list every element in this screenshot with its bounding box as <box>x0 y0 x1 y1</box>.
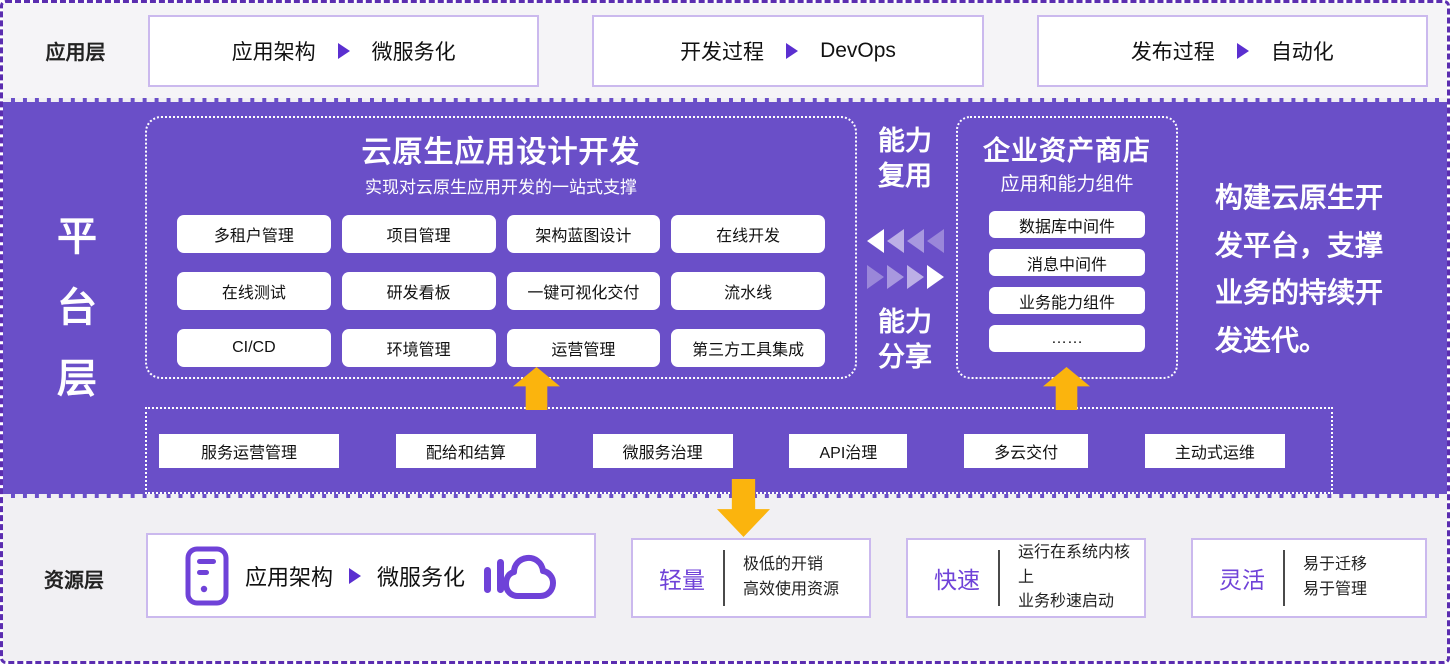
design-chip: 在线开发 <box>671 215 825 253</box>
design-box-title: 云原生应用设计开发 <box>147 127 855 171</box>
arrows-right-icon <box>859 265 951 289</box>
triangle-left-icon <box>927 229 944 253</box>
platform-layer-label: 平台层 <box>55 202 99 416</box>
app-box-right-text: 自动化 <box>1271 36 1334 66</box>
asset-chip: 业务能力组件 <box>989 287 1145 314</box>
design-chip: 环境管理 <box>342 329 496 367</box>
service-chip: 微服务治理 <box>593 434 733 468</box>
service-chip: 服务运营管理 <box>159 434 339 468</box>
application-layer-label: 应用层 <box>3 36 148 65</box>
feature-desc: 易于迁移 易于管理 <box>1303 553 1367 603</box>
arrow-right-icon <box>349 568 361 584</box>
asset-store-subtitle: 应用和能力组件 <box>958 169 1176 196</box>
asset-store-title: 企业资产商店 <box>958 129 1176 168</box>
asset-store-list: 数据库中间件 消息中间件 业务能力组件 …… <box>989 211 1145 352</box>
design-chip: 在线测试 <box>177 272 331 310</box>
feature-fast: 快速 运行在系统内核上 业务秒速启动 <box>906 538 1146 618</box>
app-box-right-text: 微服务化 <box>372 36 456 66</box>
resource-arch-box: 应用架构 微服务化 <box>146 533 596 618</box>
app-box-dev-process: 开发过程 DevOps <box>592 15 983 87</box>
design-chip: 项目管理 <box>342 215 496 253</box>
cloud-icon <box>481 549 557 603</box>
feature-desc: 运行在系统内核上 业务秒速启动 <box>1018 541 1144 615</box>
arrow-right-icon <box>786 43 798 59</box>
service-chip: 主动式运维 <box>1145 434 1285 468</box>
feature-desc: 极低的开销 高效使用资源 <box>743 553 839 603</box>
triangle-right-icon <box>887 265 904 289</box>
service-chip: 多云交付 <box>964 434 1088 468</box>
app-box-right-text: DevOps <box>820 39 896 63</box>
arrows-left-icon <box>859 229 951 253</box>
design-chip: 运营管理 <box>507 329 661 367</box>
feature-lightweight: 轻量 极低的开销 高效使用资源 <box>631 538 871 618</box>
triangle-left-icon <box>867 229 884 253</box>
app-box-architecture: 应用架构 微服务化 <box>148 15 539 87</box>
design-chip: 多租户管理 <box>177 215 331 253</box>
divider <box>1283 550 1285 606</box>
feature-name: 轻量 <box>659 561 705 595</box>
design-box-subtitle: 实现对云原生应用开发的一站式支撑 <box>147 173 855 198</box>
arch-box-left-text: 应用架构 <box>245 560 333 592</box>
platform-slogan: 构建云原生开发平台，支撑业务的持续开发迭代。 <box>1215 174 1387 364</box>
design-chip: 架构蓝图设计 <box>507 215 661 253</box>
triangle-right-icon <box>907 265 924 289</box>
arch-box-right-text: 微服务化 <box>377 560 465 592</box>
design-chip: CI/CD <box>177 329 331 367</box>
capability-share-label: 能力 分享 <box>859 305 951 375</box>
design-chip: 第三方工具集成 <box>671 329 825 367</box>
app-box-left-text: 应用架构 <box>232 36 316 66</box>
design-box-grid: 多租户管理 项目管理 架构蓝图设计 在线开发 在线测试 研发看板 一键可视化交付… <box>177 215 825 367</box>
resource-layer-label: 资源层 <box>44 564 104 593</box>
feature-name: 快速 <box>934 561 980 595</box>
triangle-left-icon <box>907 229 924 253</box>
architecture-diagram: 应用层 应用架构 微服务化 开发过程 DevOps 发布过程 自动化 平台层 云… <box>0 0 1450 664</box>
cloud-native-design-box: 云原生应用设计开发 实现对云原生应用开发的一站式支撑 多租户管理 项目管理 架构… <box>145 116 857 379</box>
divider <box>723 550 725 606</box>
server-icon <box>185 546 229 606</box>
asset-chip: 数据库中间件 <box>989 211 1145 238</box>
triangle-right-icon <box>927 265 944 289</box>
service-chip: API治理 <box>789 434 907 468</box>
design-chip: 流水线 <box>671 272 825 310</box>
application-layer-boxes: 应用架构 微服务化 开发过程 DevOps 发布过程 自动化 <box>148 15 1428 87</box>
platform-layer-band: 平台层 云原生应用设计开发 实现对云原生应用开发的一站式支撑 多租户管理 项目管… <box>3 98 1447 498</box>
feature-name: 灵活 <box>1219 561 1265 595</box>
app-box-left-text: 发布过程 <box>1131 36 1215 66</box>
arrow-right-icon <box>338 43 350 59</box>
app-box-left-text: 开发过程 <box>680 36 764 66</box>
asset-chip: …… <box>989 325 1145 352</box>
arrow-right-icon <box>1237 43 1249 59</box>
triangle-left-icon <box>887 229 904 253</box>
application-layer-band: 应用层 应用架构 微服务化 开发过程 DevOps 发布过程 自动化 <box>3 3 1447 98</box>
service-chip: 配给和结算 <box>396 434 536 468</box>
capability-reuse-label: 能力 复用 <box>859 124 951 194</box>
divider <box>998 550 1000 606</box>
resource-layer-band: 资源层 应用架构 微服务化 轻量 <box>3 498 1447 661</box>
asset-store-box: 企业资产商店 应用和能力组件 数据库中间件 消息中间件 业务能力组件 …… <box>956 116 1178 379</box>
design-chip: 研发看板 <box>342 272 496 310</box>
triangle-right-icon <box>867 265 884 289</box>
design-chip: 一键可视化交付 <box>507 272 661 310</box>
feature-flexible: 灵活 易于迁移 易于管理 <box>1191 538 1427 618</box>
asset-chip: 消息中间件 <box>989 249 1145 276</box>
app-box-release-process: 发布过程 自动化 <box>1037 15 1428 87</box>
